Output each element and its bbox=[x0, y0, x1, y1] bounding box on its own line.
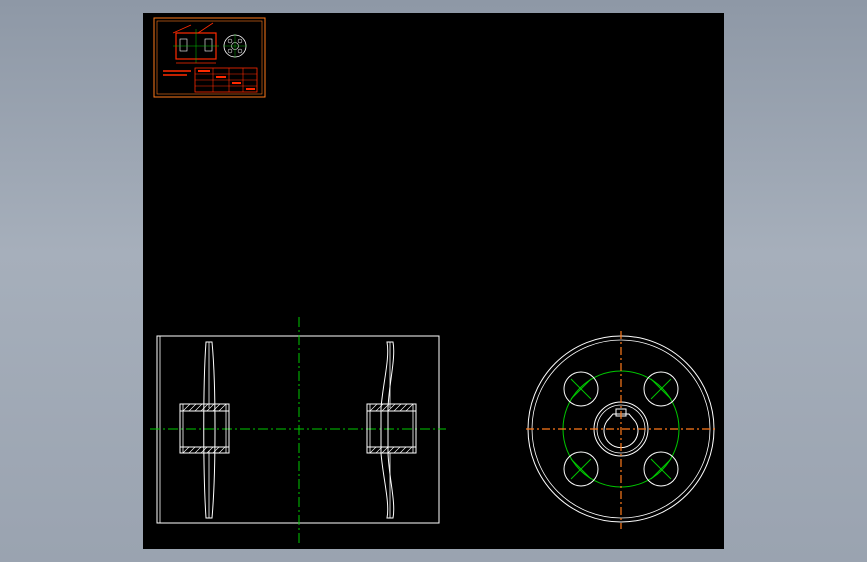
end-view bbox=[526, 331, 717, 529]
drawing-canvas bbox=[150, 17, 717, 543]
left-blade bbox=[203, 341, 216, 519]
drawing-thumbnail-icon[interactable] bbox=[153, 17, 266, 98]
cad-drawing-viewport[interactable] bbox=[143, 13, 724, 549]
right-blade bbox=[380, 341, 395, 519]
side-section-view bbox=[150, 317, 446, 543]
